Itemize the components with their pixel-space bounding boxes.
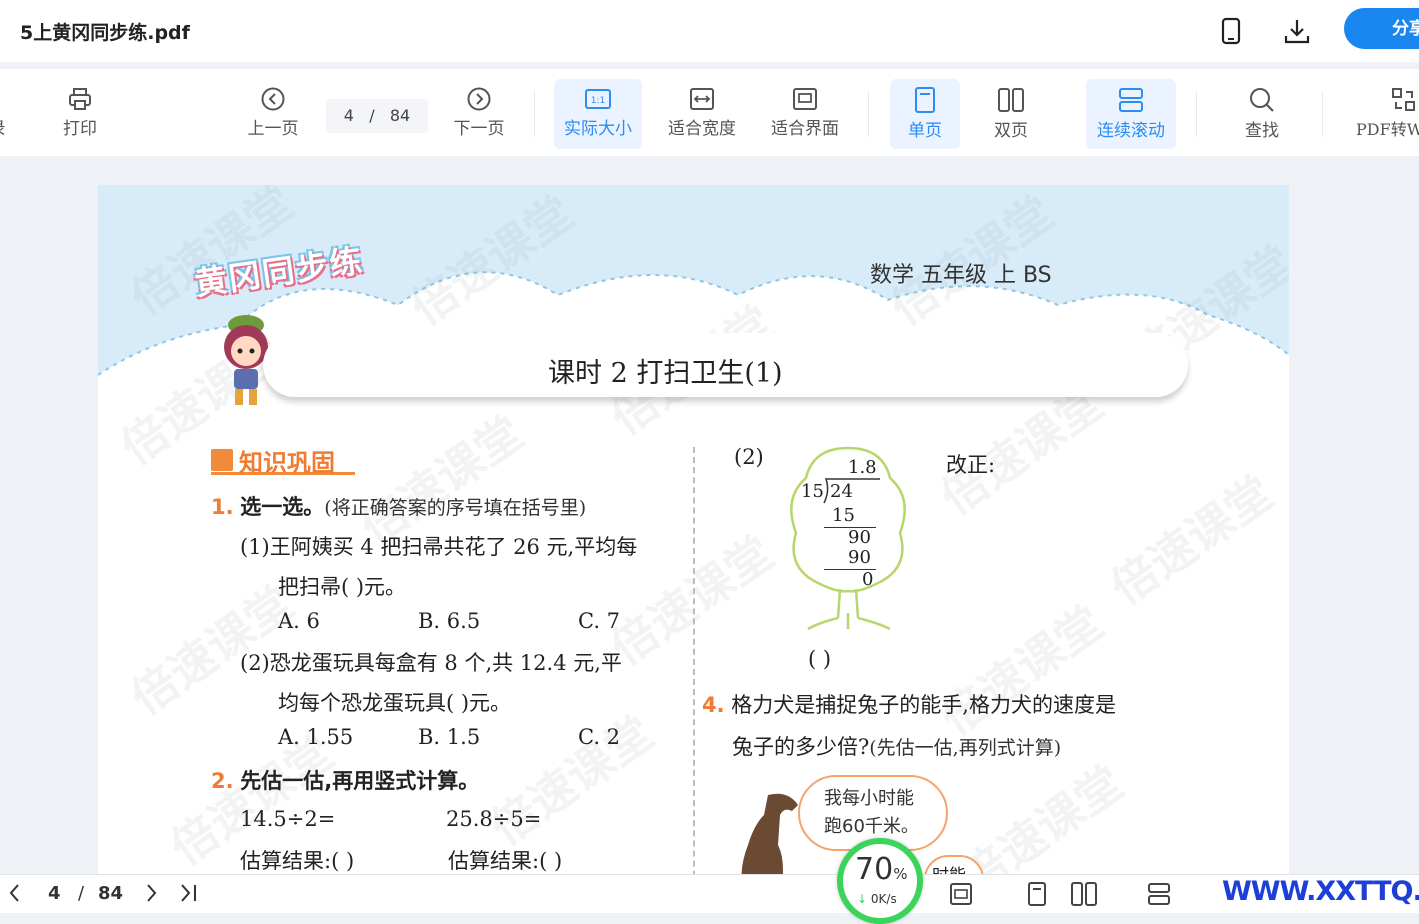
division-quotient: 1.8 [848, 457, 877, 478]
continuous-scroll-icon [1119, 88, 1143, 112]
pdf-convert-icon [1392, 88, 1415, 111]
fit-page-icon [793, 88, 817, 110]
actual-size-button[interactable]: 1:1 实际大小 [554, 79, 642, 149]
question-1-2-option-c: C. 2 [578, 725, 621, 749]
prev-page-icon[interactable] [6, 881, 22, 905]
page-number-input[interactable]: 4 / 84 [326, 99, 428, 133]
question-1-1-line-1: (1)王阿姨买 4 把扫帚共花了 26 元,平均每 [240, 535, 638, 559]
fit-page-button[interactable]: 适合界面 [762, 79, 848, 149]
question-1-1-line-2: 把扫帚( )元。 [278, 575, 407, 599]
actual-size-icon: 1:1 [585, 89, 611, 109]
network-speed-widget[interactable]: 70% ↓ 0K/s [837, 838, 923, 924]
question-3-answer: ( ) [808, 647, 832, 671]
next-page-button[interactable]: 下一页 [444, 79, 514, 149]
toolbar: 录 打印 上一页 4 / 84 下一页 1:1 实际大小 适合宽度 适合界面 单… [0, 68, 1419, 156]
site-watermark: WWW.XXTTQ.COM [1222, 876, 1419, 907]
last-page-icon[interactable] [178, 881, 200, 905]
toolbar-catalog[interactable]: 录 [0, 79, 14, 149]
single-page-icon[interactable] [1024, 881, 1050, 907]
pdf-page: 倍速课堂 倍速课堂 倍速课堂 倍速课堂 倍速课堂 倍速课堂 倍速课堂 倍速课堂 … [98, 185, 1289, 874]
section-badge-icon [211, 449, 233, 471]
question-1-title: 1. 选一选。(将正确答案的序号填在括号里) [211, 495, 587, 519]
toolbar-separator [868, 91, 869, 137]
toolbar-separator [534, 91, 535, 137]
column-divider [693, 447, 695, 874]
print-button[interactable]: 打印 [52, 79, 108, 149]
down-arrow-icon: ↓ [857, 892, 868, 906]
continuous-scroll-button[interactable]: 连续滚动 [1086, 79, 1176, 149]
continuous-scroll-icon[interactable] [1146, 881, 1172, 907]
watermark: 倍速课堂 [930, 595, 1113, 746]
phone-icon[interactable] [1216, 16, 1246, 46]
search-button[interactable]: 查找 [1230, 79, 1294, 149]
dog-illustration [741, 793, 798, 874]
question-1-2-line-1: (2)恐龙蛋玩具每盒有 8 个,共 12.4 元,平 [240, 651, 622, 675]
question-1-2-option-a: A. 1.55 [278, 725, 354, 749]
document-title: 5上黄冈同步练.pdf [20, 22, 190, 44]
watermark: 倍速课堂 [950, 755, 1133, 874]
fit-page-icon[interactable] [948, 881, 974, 907]
question-2-estimate-2: 估算结果:( ) [448, 849, 563, 873]
division-divisor: 15 [801, 481, 824, 502]
share-button[interactable]: 分享 [1344, 8, 1419, 49]
document-viewer[interactable]: 倍速课堂 倍速课堂 倍速课堂 倍速课堂 倍速课堂 倍速课堂 倍速课堂 倍速课堂 … [0, 156, 1419, 874]
single-page-icon [915, 87, 935, 113]
download-rate: ↓ 0K/s [857, 892, 897, 906]
download-icon[interactable] [1282, 16, 1312, 46]
question-2-title: 2. 先估一估,再用竖式计算。 [211, 769, 480, 793]
prev-page-icon [261, 87, 285, 111]
next-page-icon [467, 87, 491, 111]
subject-label: 数学 五年级 上 BS [870, 263, 1052, 288]
pdf-convert-button[interactable]: PDF转W [1350, 79, 1419, 149]
section-heading: 知识巩固 [211, 443, 355, 477]
rabbit-speech: 时能 [932, 861, 966, 874]
division-remainder: 0 [862, 569, 874, 590]
status-page-total: 84 [98, 883, 124, 904]
svg-text:1:1: 1:1 [591, 96, 605, 106]
fit-width-icon [690, 88, 714, 110]
double-page-icon [998, 88, 1024, 112]
question-2-expr-1: 14.5÷2= [240, 807, 336, 831]
question-2-expr-2: 25.8÷5= [446, 807, 542, 831]
question-1-1-option-b: B. 6.5 [418, 609, 481, 633]
fit-width-button[interactable]: 适合宽度 [660, 79, 744, 149]
double-page-button[interactable]: 双页 [976, 79, 1046, 149]
question-3-2-label: (2) [734, 445, 764, 469]
status-page-current: 4 [48, 883, 61, 904]
question-1-1-option-c: C. 7 [578, 609, 621, 633]
question-2-estimate-1: 估算结果:( ) [240, 849, 355, 873]
division-step-2: 90 [848, 527, 871, 548]
status-bar: 4 / 84 [0, 874, 1419, 913]
catalog-icon [0, 86, 9, 112]
status-page-sep: / [78, 883, 85, 904]
question-4-line-1: 4. 格力犬是捕捉兔子的能手,格力犬的速度是 [702, 693, 1116, 717]
watermark: 倍速课堂 [480, 705, 663, 856]
question-1-2-option-b: B. 1.5 [418, 725, 481, 749]
prev-page-button[interactable]: 上一页 [238, 79, 308, 149]
division-step-3: 90 [848, 547, 871, 568]
toolbar-separator [1322, 91, 1323, 137]
question-4-line-2: 兔子的多少倍?(先估一估,再列式计算) [732, 735, 1062, 759]
division-dividend: 24 [830, 481, 853, 502]
division-step-1: 15 [832, 505, 855, 526]
single-page-button[interactable]: 单页 [890, 79, 960, 149]
double-page-icon[interactable] [1070, 881, 1098, 907]
watermark: 倍速课堂 [1100, 465, 1283, 616]
lesson-title: 课时 2 打扫卫生(1) [548, 358, 783, 389]
title-bar: 5上黄冈同步练.pdf 分享 [0, 0, 1419, 62]
question-1-2-line-2: 均每个恐龙蛋玩具( )元。 [278, 691, 512, 715]
print-icon [69, 88, 91, 110]
search-icon [1250, 88, 1274, 112]
dog-speech: 我每小时能 跑60千米。 [824, 788, 919, 837]
question-1-1-option-a: A. 6 [278, 609, 320, 633]
correction-label: 改正: [946, 453, 996, 477]
next-page-icon[interactable] [144, 881, 160, 905]
toolbar-separator [1196, 91, 1197, 137]
